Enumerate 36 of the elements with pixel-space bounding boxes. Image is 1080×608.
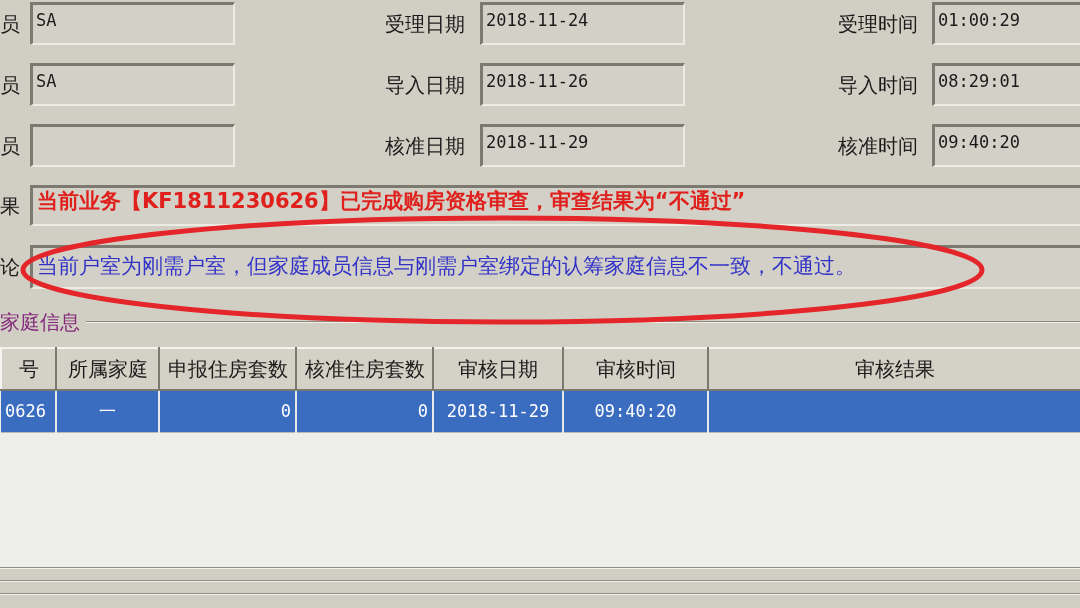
column-header[interactable]: 所属家庭 [56, 348, 159, 390]
table-cell: 0626 [5, 401, 46, 422]
field-label: 受理日期 [385, 11, 465, 36]
time-field[interactable]: 01:00:29 [932, 2, 1080, 45]
field-label: 员 [0, 11, 20, 36]
time-field[interactable]: 09:40:20 [932, 124, 1080, 167]
table-cell: 0 [417, 401, 428, 422]
table-cell: 2018-11-29 [446, 401, 550, 422]
field-label: 果 [0, 193, 20, 218]
field-label: 员 [0, 133, 20, 158]
date-field[interactable]: 2018-11-26 [480, 63, 685, 106]
time-field[interactable]: 08:29:01 [932, 63, 1080, 106]
field-label: 导入时间 [838, 72, 918, 97]
text-field[interactable] [30, 124, 235, 167]
column-header[interactable]: 申报住房套数 [159, 348, 296, 390]
field-label: 员 [0, 72, 20, 97]
column-header[interactable]: 核准住房套数 [296, 348, 433, 390]
field-label: 论 [0, 255, 20, 279]
text-field[interactable]: SA [30, 2, 235, 45]
field-label: 受理时间 [838, 11, 918, 36]
field-label: 核准日期 [385, 133, 465, 158]
table-cell: 09:40:20 [594, 401, 677, 422]
date-field[interactable]: 2018-11-24 [480, 2, 685, 45]
column-header[interactable]: 审核时间 [563, 348, 708, 390]
table-row[interactable]: 0626 一 0 0 2018-11-29 09:40:20 [1, 390, 1080, 432]
text-field[interactable]: SA [30, 63, 235, 106]
field-label: 导入日期 [385, 72, 465, 97]
table-cell: 一 [99, 401, 116, 422]
conclusion-field[interactable]: 当前户室为刚需户室，但家庭成员信息与刚需户室绑定的认筹家庭信息不一致，不通过。 [30, 245, 1080, 289]
field-label: 核准时间 [838, 133, 918, 158]
group-title: 家庭信息 [0, 310, 80, 334]
column-header[interactable]: 审核结果 [708, 348, 1080, 390]
date-field[interactable]: 2018-11-29 [480, 124, 685, 167]
table-cell: 0 [280, 401, 291, 422]
column-header[interactable]: 号 [1, 348, 56, 390]
column-header[interactable]: 审核日期 [433, 348, 563, 390]
